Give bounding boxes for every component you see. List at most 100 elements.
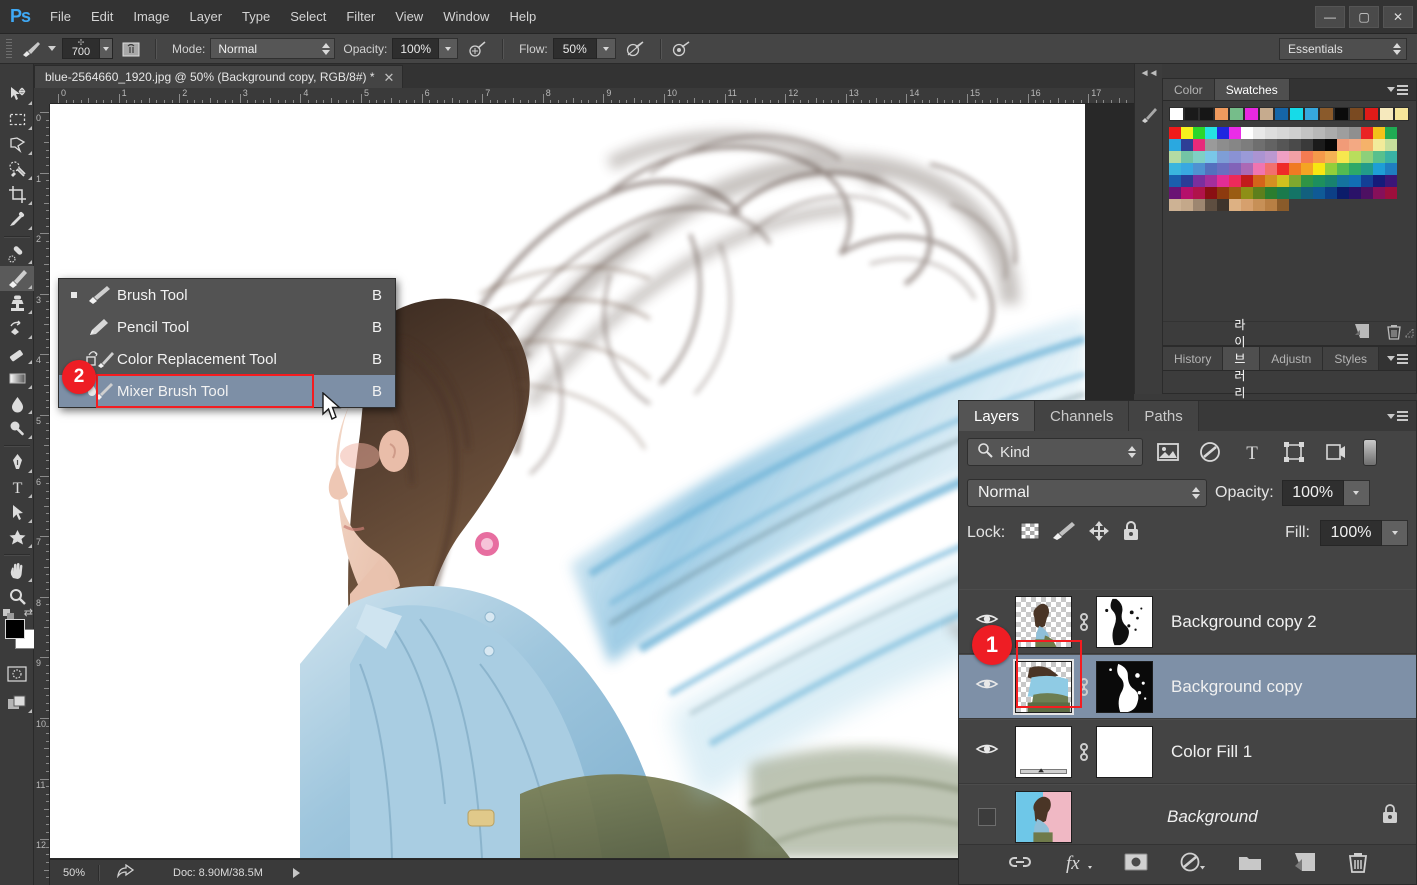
tool-dodge[interactable]	[0, 416, 34, 441]
color-swatch[interactable]	[1217, 199, 1229, 211]
tool-rectangular-marquee[interactable]	[0, 107, 34, 132]
layer-visibility-toggle[interactable]	[959, 741, 1015, 762]
document-tab[interactable]: blue-2564660_1920.jpg @ 50% (Background …	[34, 65, 404, 88]
color-swatch[interactable]	[1169, 139, 1181, 151]
tab-styles[interactable]: Styles	[1323, 347, 1379, 370]
tool-horizontal-type[interactable]: T	[0, 475, 34, 500]
color-swatch[interactable]	[1337, 139, 1349, 151]
color-swatch[interactable]	[1241, 175, 1253, 187]
color-swatch[interactable]	[1349, 127, 1361, 139]
color-swatch[interactable]	[1169, 163, 1181, 175]
color-swatch[interactable]	[1277, 163, 1289, 175]
color-swatch[interactable]	[1193, 139, 1205, 151]
tool-hand[interactable]	[0, 559, 34, 584]
flow-field-group[interactable]: 50%	[552, 38, 616, 59]
layer-name[interactable]: Color Fill 1	[1171, 742, 1252, 762]
tab-history[interactable]: History	[1163, 347, 1224, 370]
color-swatch[interactable]	[1265, 175, 1277, 187]
swap-colors-icon[interactable]: ⇄	[24, 606, 33, 619]
color-swatch[interactable]	[1217, 163, 1229, 175]
menu-type[interactable]: Type	[232, 5, 280, 28]
color-swatch[interactable]	[1325, 127, 1337, 139]
tool-blur[interactable]	[0, 391, 34, 416]
brush-panel-toggle-icon[interactable]	[119, 38, 143, 60]
tab-adjustn[interactable]: Adjustn	[1260, 347, 1324, 370]
color-swatch[interactable]	[1241, 187, 1253, 199]
color-swatch[interactable]	[1205, 187, 1217, 199]
color-swatch[interactable]	[1361, 175, 1373, 187]
color-swatch[interactable]	[1241, 139, 1253, 151]
color-swatch[interactable]	[1205, 163, 1217, 175]
lock-transparency-icon[interactable]	[1019, 521, 1041, 546]
color-swatch[interactable]	[1385, 175, 1397, 187]
color-swatch[interactable]	[1361, 163, 1373, 175]
color-swatch[interactable]	[1301, 187, 1313, 199]
color-swatch[interactable]	[1277, 127, 1289, 139]
color-swatch[interactable]	[1277, 139, 1289, 151]
menu-view[interactable]: View	[385, 5, 433, 28]
color-swatch[interactable]	[1193, 151, 1205, 163]
screen-mode-toggle[interactable]	[0, 690, 34, 715]
color-swatch[interactable]	[1229, 199, 1241, 211]
menu-filter[interactable]: Filter	[336, 5, 385, 28]
color-swatch[interactable]	[1181, 139, 1193, 151]
airbrush-icon[interactable]	[624, 38, 648, 60]
color-swatch[interactable]	[1361, 187, 1373, 199]
layer-thumbnail[interactable]	[1013, 658, 1074, 715]
color-swatch[interactable]	[1169, 199, 1181, 211]
color-swatch[interactable]	[1289, 127, 1301, 139]
color-swatch[interactable]	[1217, 127, 1229, 139]
color-swatch[interactable]	[1241, 127, 1253, 139]
layer-opacity-dropdown[interactable]	[1343, 480, 1370, 506]
panel-resize-grip[interactable]	[1403, 325, 1414, 343]
color-swatch[interactable]	[1373, 175, 1385, 187]
menu-image[interactable]: Image	[123, 5, 179, 28]
menu-layer[interactable]: Layer	[180, 5, 233, 28]
maximize-button[interactable]: ▢	[1349, 5, 1379, 28]
horizontal-ruler[interactable]: 0 1 2 3 4 5 6 7 8 9 10 11 12 13 14 15 16 17	[50, 88, 1134, 104]
color-swatch[interactable]	[1241, 151, 1253, 163]
color-swatch[interactable]	[1253, 187, 1265, 199]
color-swatch[interactable]	[1181, 151, 1193, 163]
color-swatch[interactable]	[1253, 127, 1265, 139]
vertical-ruler[interactable]: 0 1 2 3 4 5 6 7 8 9 10 11 12	[34, 104, 50, 885]
layer-blend-mode-select[interactable]: Normal	[967, 479, 1207, 507]
flyout-item-brush-tool[interactable]: Brush Tool B	[59, 279, 395, 311]
recent-swatch[interactable]	[1229, 107, 1244, 121]
collapse-arrows-icon[interactable]: ◄◄	[1135, 64, 1162, 79]
tool-history-brush[interactable]	[0, 316, 34, 341]
color-swatch[interactable]	[1361, 151, 1373, 163]
new-layer-icon[interactable]	[1293, 851, 1317, 878]
status-expand-arrow[interactable]	[292, 867, 300, 878]
color-swatch[interactable]	[1361, 127, 1373, 139]
recent-swatch[interactable]	[1214, 107, 1229, 121]
color-swatch[interactable]	[1349, 151, 1361, 163]
mask-link-icon[interactable]	[1072, 611, 1096, 633]
recent-swatch[interactable]	[1169, 107, 1184, 121]
workspace-select[interactable]: Essentials	[1279, 37, 1407, 60]
color-swatch[interactable]	[1193, 163, 1205, 175]
color-swatch[interactable]	[1229, 151, 1241, 163]
layer-name[interactable]: Background copy 2	[1171, 612, 1317, 632]
layer-mask-thumbnail[interactable]	[1096, 595, 1153, 648]
brush-size-dropdown[interactable]	[99, 39, 112, 58]
color-swatch[interactable]	[1277, 199, 1289, 211]
color-swatch[interactable]	[1337, 127, 1349, 139]
color-swatch[interactable]	[1385, 139, 1397, 151]
color-swatch[interactable]	[1193, 175, 1205, 187]
color-swatch[interactable]	[1289, 139, 1301, 151]
tab-layers[interactable]: Layers	[959, 401, 1036, 431]
opacity-dropdown[interactable]	[439, 38, 459, 59]
color-swatch[interactable]	[1265, 127, 1277, 139]
tool-crop[interactable]	[0, 182, 34, 207]
color-swatch[interactable]	[1217, 187, 1229, 199]
delete-swatch-icon[interactable]	[1386, 323, 1402, 345]
color-swatch[interactable]	[1289, 151, 1301, 163]
color-swatch[interactable]	[1349, 175, 1361, 187]
layer-fill-value[interactable]: 100%	[1320, 520, 1382, 546]
flyout-item-pencil-tool[interactable]: Pencil Tool B	[59, 311, 395, 343]
menu-select[interactable]: Select	[280, 5, 336, 28]
color-swatch[interactable]	[1265, 139, 1277, 151]
color-swatch[interactable]	[1313, 139, 1325, 151]
color-swatch[interactable]	[1373, 139, 1385, 151]
